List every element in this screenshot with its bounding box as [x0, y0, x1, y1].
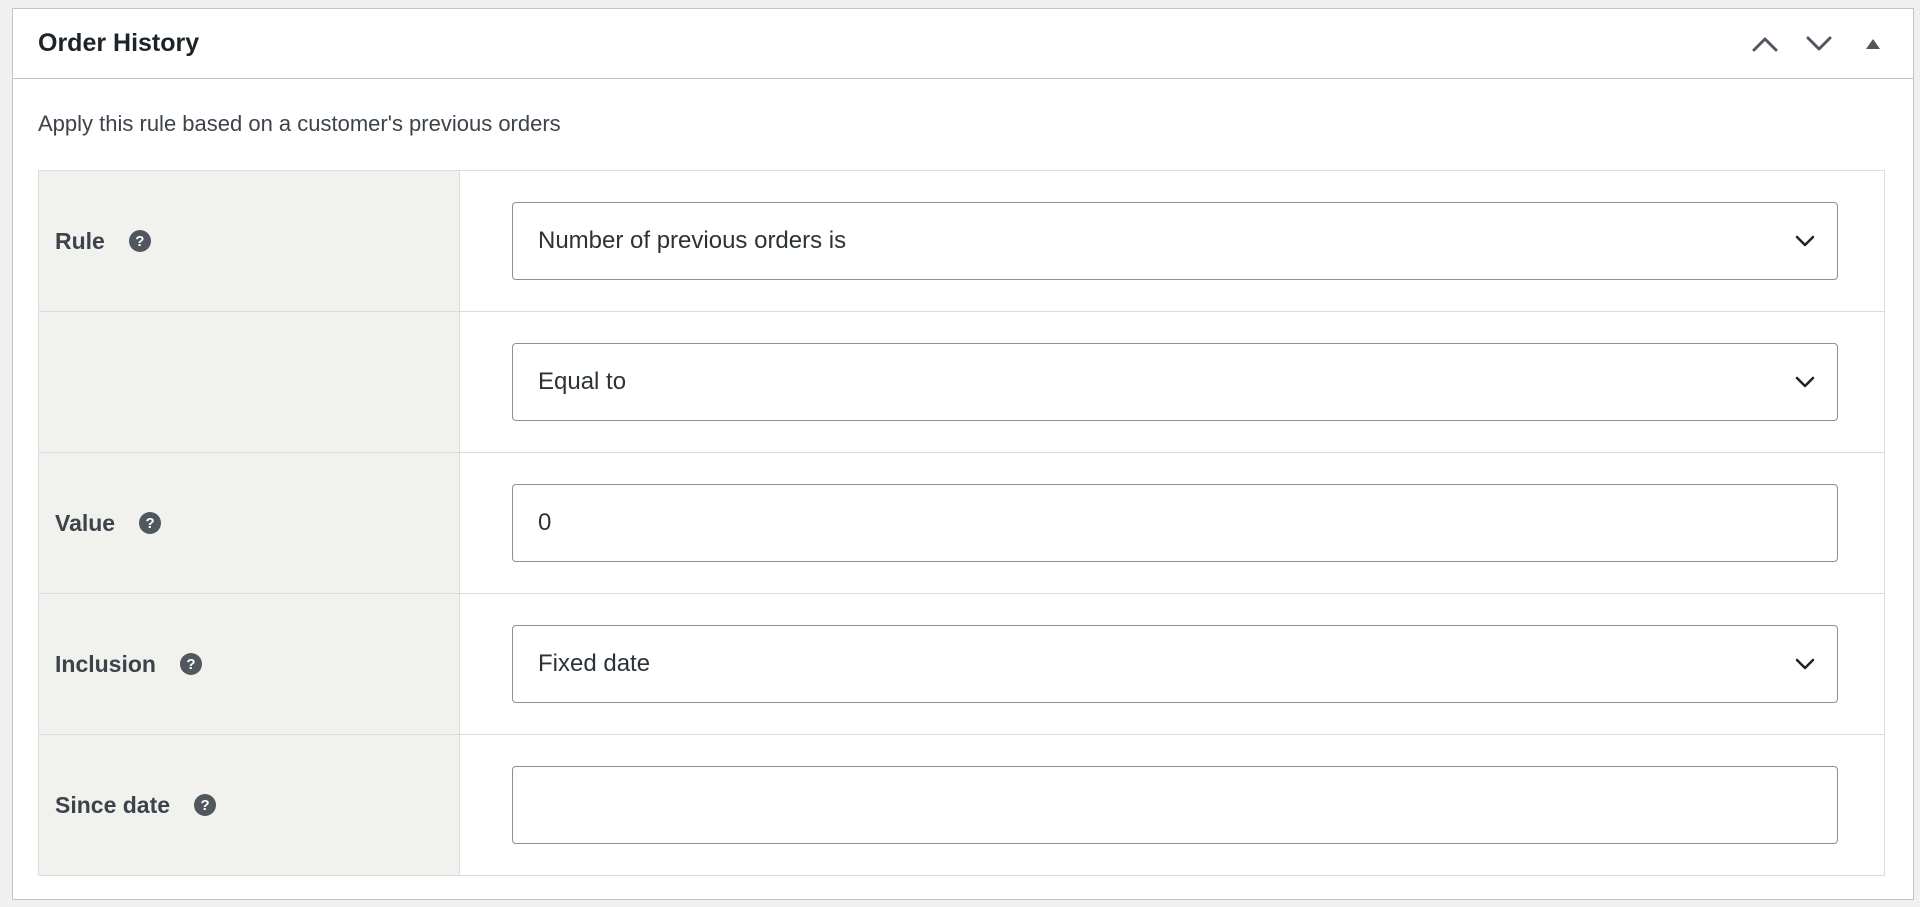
inclusion-label-cell: Inclusion ? — [38, 593, 460, 735]
toggle-panel-button[interactable] — [1851, 22, 1895, 66]
help-icon[interactable]: ? — [128, 230, 151, 252]
inclusion-select[interactable]: Fixed date — [512, 625, 1838, 703]
value-label: Value — [55, 509, 116, 536]
help-icon[interactable]: ? — [194, 794, 217, 816]
comparison-field-cell: Equal to — [459, 311, 1885, 453]
order-history-panel: Order History Apply this rule based on a… — [12, 8, 1914, 900]
value-label-cell: Value ? — [38, 452, 460, 594]
comparison-row: Equal to — [38, 311, 1885, 453]
rule-label: Rule — [55, 227, 105, 254]
triangle-up-icon — [1866, 38, 1880, 49]
comparison-select[interactable]: Equal to — [512, 343, 1838, 421]
since-date-field-cell — [459, 734, 1885, 876]
since-date-input[interactable] — [512, 766, 1838, 844]
chevron-down-icon — [1795, 658, 1815, 670]
rule-label-cell: Rule ? — [38, 170, 460, 312]
comparison-label-cell — [38, 311, 460, 453]
value-input[interactable]: 0 — [512, 484, 1838, 562]
panel-header: Order History — [13, 9, 1913, 79]
since-date-label-cell: Since date ? — [38, 734, 460, 876]
chevron-down-icon — [1795, 235, 1815, 247]
chevron-down-icon — [1806, 36, 1832, 50]
inclusion-select-value: Fixed date — [538, 650, 651, 677]
rule-select-value: Number of previous orders is — [538, 227, 847, 254]
value-row: Value ? 0 — [38, 452, 1885, 594]
panel-description: Apply this rule based on a customer's pr… — [38, 111, 561, 136]
since-date-row: Since date ? — [38, 734, 1885, 876]
chevron-up-icon — [1752, 37, 1778, 51]
comparison-select-value: Equal to — [538, 368, 627, 395]
panel-controls — [1743, 22, 1895, 66]
rule-select[interactable]: Number of previous orders is — [512, 202, 1838, 280]
move-up-button[interactable] — [1743, 22, 1787, 66]
help-icon[interactable]: ? — [139, 512, 162, 534]
panel-title: Order History — [38, 29, 200, 57]
inclusion-field-cell: Fixed date — [459, 593, 1885, 735]
inclusion-row: Inclusion ? Fixed date — [38, 593, 1885, 735]
rule-field-cell: Number of previous orders is — [460, 171, 1885, 312]
move-down-button[interactable] — [1797, 22, 1841, 66]
chevron-down-icon — [1795, 376, 1815, 388]
rule-row: Rule ? Number of previous orders is — [38, 170, 1885, 312]
inclusion-label: Inclusion — [55, 650, 156, 677]
rules-table: Rule ? Number of previous orders is Equa… — [38, 170, 1885, 876]
value-field-cell: 0 — [459, 452, 1885, 594]
since-date-label: Since date — [55, 791, 171, 818]
panel-body: Apply this rule based on a customer's pr… — [13, 79, 1913, 876]
help-icon[interactable]: ? — [179, 653, 202, 675]
